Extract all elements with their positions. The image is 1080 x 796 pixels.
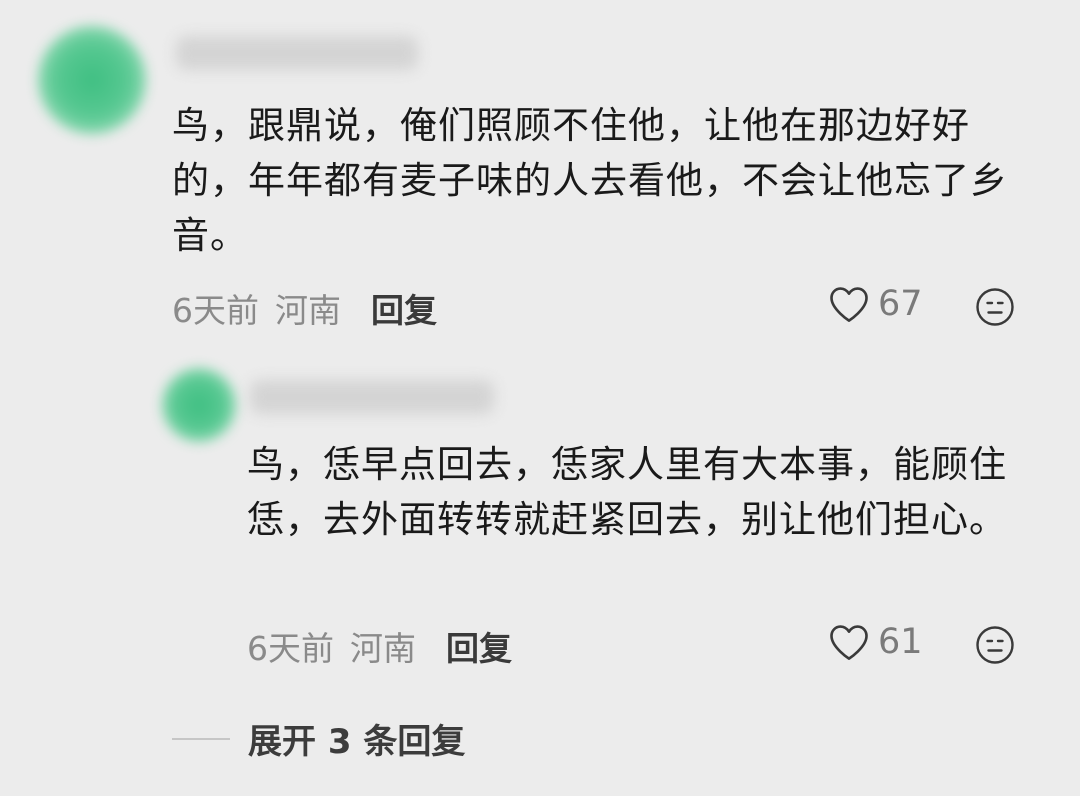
comment-text: 鸟，跟鼎说，俺们照顾不住他，让他在那边好好的，年年都有麦子味的人去看他，不会让他… — [172, 104, 1008, 257]
reply-like-button[interactable]: 61 — [828, 622, 923, 662]
username-blurred[interactable] — [176, 36, 418, 70]
reply-time: 6天前 — [247, 629, 334, 668]
reply-reply-button[interactable]: 回复 — [446, 622, 512, 670]
comment-location: 河南 — [275, 291, 341, 330]
expand-replies-label: 展开 3 条回复 — [248, 722, 466, 762]
divider-line — [172, 737, 230, 740]
neutral-face-icon[interactable] — [975, 287, 1015, 327]
reply-username-blurred[interactable] — [250, 380, 494, 414]
reply-meta: 6天前 河南 回复 — [247, 622, 512, 670]
expand-replies-button[interactable]: 展开 3 条回复 — [172, 714, 465, 763]
heart-icon — [830, 625, 868, 660]
like-count: 67 — [878, 284, 923, 324]
reply-button[interactable]: 回复 — [371, 284, 437, 332]
avatar[interactable] — [38, 26, 146, 134]
like-button[interactable]: 67 — [828, 284, 923, 324]
reply-like-count: 61 — [878, 622, 923, 662]
comment-meta: 6天前 河南 回复 — [172, 284, 437, 332]
heart-icon — [830, 287, 868, 322]
reply-location: 河南 — [350, 629, 416, 668]
reply-text: 鸟，恁早点回去，恁家人里有大本事，能顾住恁，去外面转转就赶紧回去，别让他们担心。 — [247, 443, 1007, 541]
reply-avatar[interactable] — [162, 368, 236, 442]
neutral-face-icon[interactable] — [975, 625, 1015, 665]
comment-time: 6天前 — [172, 291, 259, 330]
